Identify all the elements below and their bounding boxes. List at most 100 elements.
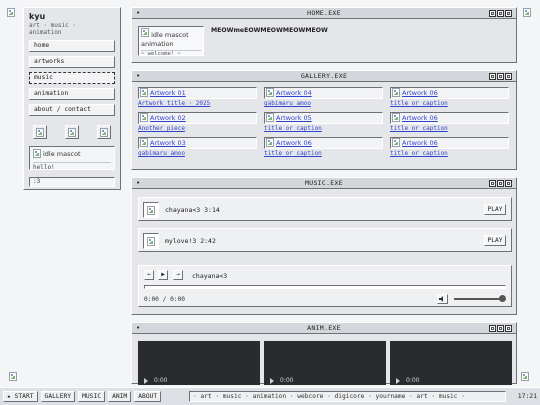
- video-controls: 0:00: [264, 376, 386, 385]
- artwork-image[interactable]: Artwork 03: [140, 138, 186, 147]
- track-play-button[interactable]: PLAY: [484, 204, 506, 215]
- speaker-icon: [439, 296, 443, 302]
- image-icon[interactable]: [33, 125, 47, 139]
- artwork-caption[interactable]: title or caption: [390, 125, 509, 132]
- play-icon[interactable]: [396, 377, 400, 384]
- gallery-item[interactable]: Artwork 05 title or caption: [264, 112, 383, 133]
- gallery-titlebar[interactable]: • GALLERY.EXE: [132, 71, 516, 82]
- image-icon[interactable]: [65, 125, 79, 139]
- minimize-button[interactable]: [489, 73, 496, 80]
- gallery-window-title: GALLERY.EXE: [300, 72, 348, 80]
- broken-image-icon: [140, 88, 148, 97]
- volume-button[interactable]: [437, 294, 448, 304]
- artwork-alt: Artwork 06: [402, 113, 438, 122]
- gallery-grid: Artwork 01 Artwork title · 2025 Artwork …: [138, 87, 509, 158]
- artwork-alt: Artwork 01: [150, 88, 186, 97]
- artwork-image[interactable]: Artwork 06: [392, 138, 438, 147]
- nav-about-contact[interactable]: about / contact: [29, 104, 115, 116]
- video-player[interactable]: 0:00: [264, 341, 386, 385]
- image-icon[interactable]: [97, 125, 111, 139]
- gallery-item[interactable]: Artwork 06 title or caption: [390, 137, 509, 158]
- gallery-item[interactable]: Artwork 04 gabimaru amoo: [264, 87, 383, 108]
- music-window: • MUSIC.EXE chayana<3 3:14 PLAY mylove!3…: [131, 177, 517, 315]
- home-titlebar[interactable]: • HOME.EXE: [132, 8, 516, 19]
- track-item[interactable]: mylove!3 2:42 PLAY: [138, 228, 512, 252]
- play-pause-button[interactable]: ▶: [158, 270, 168, 280]
- anim-window: • ANIM.EXE 0:00 0:00 0:00: [131, 322, 517, 385]
- maximize-button[interactable]: [497, 10, 504, 17]
- artwork-image[interactable]: Artwork 04: [266, 88, 312, 97]
- prev-button[interactable]: ←: [144, 270, 154, 280]
- artwork-caption[interactable]: gabimaru amoo: [264, 100, 383, 107]
- artwork-caption[interactable]: title or caption: [390, 150, 509, 157]
- home-mascot-image: idle mascot animation: [141, 28, 201, 49]
- next-button[interactable]: →: [173, 270, 183, 280]
- music-titlebar[interactable]: • MUSIC.EXE: [132, 178, 516, 189]
- gallery-window: • GALLERY.EXE Artwork 01 Artwork title ·…: [131, 70, 517, 170]
- broken-image-icon: [266, 88, 274, 97]
- artwork-image[interactable]: Artwork 06: [392, 88, 438, 97]
- artwork-image[interactable]: Artwork 02: [140, 113, 186, 122]
- maximize-button[interactable]: [497, 325, 504, 332]
- gallery-item[interactable]: Artwork 06 title or caption: [390, 87, 509, 108]
- play-icon[interactable]: [144, 377, 148, 384]
- nav-animation[interactable]: animation: [29, 88, 115, 100]
- home-window: • HOME.EXE idle mascot animation ~ welco…: [131, 7, 517, 63]
- artwork-caption[interactable]: title or caption: [264, 150, 383, 157]
- video-controls: 0:00: [138, 376, 260, 385]
- taskbar-music-button[interactable]: MUSIC: [78, 391, 106, 402]
- artwork-caption[interactable]: Artwork title · 2025: [138, 100, 257, 107]
- video-player[interactable]: 0:00: [390, 341, 512, 385]
- taskbar-about-button[interactable]: ABOUT: [134, 391, 162, 402]
- artwork-caption[interactable]: title or caption: [264, 125, 383, 132]
- anim-grid: 0:00 0:00 0:00: [138, 341, 512, 385]
- gallery-item[interactable]: Artwork 03 gabimaru amoo: [138, 137, 257, 158]
- nav-artworks[interactable]: artworks: [29, 56, 115, 68]
- artwork-caption[interactable]: title or caption: [390, 100, 509, 107]
- taskbar-anim-button[interactable]: ANIM: [108, 391, 132, 402]
- titlebar-dot: •: [136, 9, 141, 17]
- broken-image-icon: [140, 113, 148, 122]
- track-name: chayana<3 3:14: [165, 206, 220, 214]
- minimize-button[interactable]: [489, 180, 496, 187]
- track-item[interactable]: chayana<3 3:14 PLAY: [138, 197, 512, 221]
- taskbar-gallery-button[interactable]: GALLERY: [40, 391, 76, 402]
- gallery-item[interactable]: Artwork 06 title or caption: [390, 112, 509, 133]
- close-button[interactable]: [505, 73, 512, 80]
- titlebar-dot: •: [136, 72, 141, 80]
- time-readout: 0:00 / 0:00: [144, 296, 185, 303]
- mascot-speech: hello!: [33, 162, 111, 171]
- artwork-image[interactable]: Artwork 06: [392, 113, 438, 122]
- minimize-button[interactable]: [489, 10, 496, 17]
- artwork-alt: Artwork 02: [150, 113, 186, 122]
- artwork-image[interactable]: Artwork 01: [140, 88, 186, 97]
- artwork-caption[interactable]: Another piece: [138, 125, 257, 132]
- seek-bar[interactable]: [144, 285, 506, 289]
- nav-music[interactable]: music: [29, 72, 115, 84]
- gallery-item[interactable]: Artwork 02 Another piece: [138, 112, 257, 133]
- minimize-button[interactable]: [489, 325, 496, 332]
- volume-knob[interactable]: [499, 295, 506, 302]
- volume-slider[interactable]: [454, 298, 504, 300]
- music-window-title: MUSIC.EXE: [305, 179, 343, 187]
- close-button[interactable]: [505, 180, 512, 187]
- mascot-image: idle mascot: [33, 149, 81, 158]
- video-player[interactable]: 0:00: [138, 341, 260, 385]
- close-button[interactable]: [505, 325, 512, 332]
- maximize-button[interactable]: [497, 180, 504, 187]
- gallery-item[interactable]: Artwork 06 title or caption: [264, 137, 383, 158]
- start-button[interactable]: ★ START: [3, 391, 38, 402]
- artwork-image[interactable]: Artwork 05: [266, 113, 312, 122]
- maximize-button[interactable]: [497, 73, 504, 80]
- track-play-button[interactable]: PLAY: [484, 235, 506, 246]
- artwork-image[interactable]: Artwork 06: [266, 138, 312, 147]
- close-button[interactable]: [505, 10, 512, 17]
- artwork-caption[interactable]: gabimaru amoo: [138, 150, 257, 157]
- nav-home[interactable]: home: [29, 40, 115, 52]
- home-mascot: idle mascot animation ~ welcome! ~: [138, 26, 204, 57]
- play-icon[interactable]: [270, 377, 274, 384]
- broken-image-icon: [266, 138, 274, 147]
- gallery-item[interactable]: Artwork 01 Artwork title · 2025: [138, 87, 257, 108]
- anim-titlebar[interactable]: • ANIM.EXE: [132, 323, 516, 334]
- sidebar-mascot: idle mascot hello!: [29, 146, 115, 171]
